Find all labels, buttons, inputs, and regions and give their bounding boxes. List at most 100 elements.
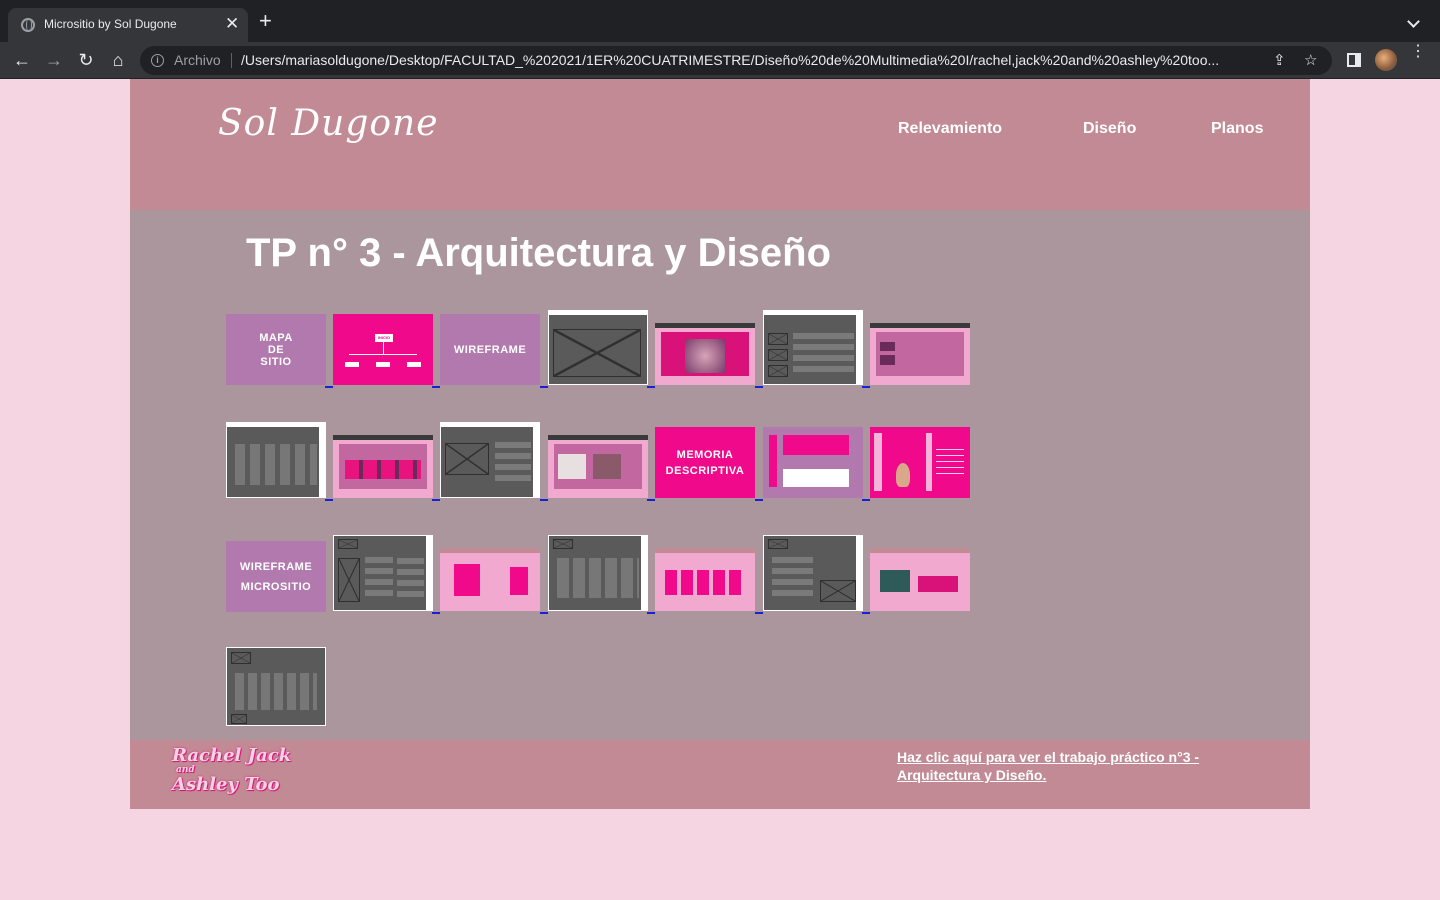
site-header: Sol Dugone Relevamiento Diseño Planos <box>130 79 1310 210</box>
photo <box>593 453 621 480</box>
wire-topbar <box>441 423 539 427</box>
site-logo[interactable]: Sol Dugone <box>218 103 439 144</box>
forward-arrow-icon[interactable]: → <box>42 48 66 72</box>
photo-strip <box>918 576 958 593</box>
sitemap-node <box>376 362 390 367</box>
gallery-section: TP n° 3 - Arquitectura y Diseño MAPA DE … <box>130 210 1310 740</box>
card-label-line: MEMORIA <box>676 448 734 461</box>
wire-scrollbar <box>319 423 325 497</box>
card-label-line: SITIO <box>260 355 292 368</box>
gallery-thumb-sitemap[interactable]: INICIO <box>333 314 433 385</box>
shot-bar <box>870 548 970 553</box>
link-underline <box>647 499 655 501</box>
side-panel-icon[interactable] <box>1347 53 1361 67</box>
nav-diseno[interactable]: Diseño <box>1083 120 1136 138</box>
browser-tab[interactable]: Micrositio by Sol Dugone ✕ <box>8 8 248 42</box>
image-placeholder <box>768 333 788 345</box>
image-placeholder <box>338 558 360 602</box>
link-underline <box>647 612 655 614</box>
browser-toolbar: ← → ↻ ⌂ i Archivo /Users/mariasoldugone/… <box>0 42 1440 79</box>
logo-placeholder <box>231 714 247 724</box>
photo <box>880 341 895 351</box>
gallery-thumb-wireframe[interactable]: WIREFRAME <box>440 314 540 385</box>
new-tab-button[interactable]: + <box>259 10 272 32</box>
sitemap-line <box>349 354 417 355</box>
card-row <box>665 570 745 596</box>
microsite: Sol Dugone Relevamiento Diseño Planos TP… <box>130 79 1310 809</box>
gallery-thumb-memoria-descriptiva[interactable]: MEMORIA DESCRIPTIVA <box>655 427 755 498</box>
file-scheme-label: Archivo <box>174 52 221 68</box>
gallery-thumb-palette[interactable] <box>763 427 863 498</box>
tab-title: Micrositio by Sol Dugone <box>44 17 177 31</box>
image-placeholder <box>553 329 641 377</box>
link-underline <box>862 499 870 501</box>
address-bar[interactable]: i Archivo /Users/mariasoldugone/Desktop/… <box>140 46 1332 75</box>
sitemap-root: INICIO <box>375 334 393 342</box>
card-label-line: DE <box>267 343 285 356</box>
link-underline <box>755 612 763 614</box>
back-arrow-icon[interactable]: ← <box>10 48 34 72</box>
gallery-thumb-home-design[interactable] <box>655 323 755 385</box>
wire-scrollbar <box>856 536 862 610</box>
gallery-thumb-list-design[interactable] <box>870 323 970 385</box>
kebab-menu-icon[interactable]: ⋮ <box>1410 44 1426 60</box>
nav-planos[interactable]: Planos <box>1211 120 1263 138</box>
gallery-thumb-detail-design[interactable] <box>548 435 648 498</box>
sitemap-node <box>345 362 359 367</box>
wire-topbar <box>549 311 647 315</box>
profile-avatar[interactable] <box>1375 49 1397 71</box>
shot-bar <box>440 548 540 553</box>
card-label-line: MICROSITIO <box>240 580 312 593</box>
link-underline <box>647 386 655 388</box>
shot-bar <box>548 435 648 440</box>
home-icon[interactable]: ⌂ <box>106 48 130 72</box>
gallery-thumb-wireframe-detail[interactable] <box>440 422 540 498</box>
gallery-thumb-wireframe-micrositio[interactable]: WIREFRAME MICROSITIO <box>226 541 326 612</box>
swatch-strip <box>769 435 777 487</box>
gallery-thumb-wireframe-micro-home[interactable] <box>333 535 433 611</box>
text-rows <box>771 556 813 598</box>
hero-portrait <box>685 338 725 373</box>
info-icon[interactable]: i <box>151 54 164 67</box>
logo-line: Rachel Jack <box>172 745 292 766</box>
gallery-thumb-wireframe-home[interactable] <box>548 310 648 385</box>
text-rows <box>396 558 425 599</box>
link-underline <box>432 386 440 388</box>
gallery-thumb-micro-detail-design[interactable] <box>870 548 970 611</box>
link-underline <box>862 612 870 614</box>
card-grid <box>234 443 318 486</box>
close-tab-icon[interactable]: ✕ <box>225 15 239 33</box>
gallery-thumb-wireframe-grid[interactable] <box>226 422 326 498</box>
bookmark-star-icon[interactable]: ☆ <box>1304 51 1317 69</box>
gallery-thumb-wireframe-micro-detail[interactable] <box>763 535 863 611</box>
wire-scrollbar <box>856 311 862 384</box>
gallery-thumb-micro-grid-design[interactable] <box>655 548 755 611</box>
gallery-thumb-wireframe-list[interactable] <box>763 310 863 385</box>
gallery-thumb-wireframe-micro-grid[interactable] <box>548 535 648 611</box>
wire-scrollbar <box>426 536 432 610</box>
photo <box>880 355 895 365</box>
link-underline <box>540 386 548 388</box>
nav-relevamiento[interactable]: Relevamiento <box>898 120 1002 138</box>
tab-search-chevron-icon[interactable] <box>1407 15 1420 28</box>
logo-line: Ashley Too <box>172 774 280 795</box>
tp3-link[interactable]: Haz clic aquí para ver el trabajo prácti… <box>897 748 1257 784</box>
gallery-thumb-mapa-de-sitio[interactable]: MAPA DE SITIO <box>226 314 326 385</box>
url-text[interactable]: /Users/mariasoldugone/Desktop/FACULTAD_%… <box>241 52 1261 68</box>
share-icon[interactable]: ⇪ <box>1273 51 1286 69</box>
sitemap-node <box>407 362 421 367</box>
link-underline <box>862 386 870 388</box>
link-underline <box>432 612 440 614</box>
card-grid <box>234 672 318 710</box>
gallery-thumb-micro-home-design[interactable] <box>440 548 540 611</box>
gallery-thumb-wireframe-micro-gallery[interactable] <box>226 647 326 726</box>
image-placeholder <box>820 580 856 602</box>
text-rows <box>365 556 393 598</box>
gallery-thumb-grid-design[interactable] <box>333 435 433 498</box>
gallery-thumb-typography[interactable] <box>870 427 970 498</box>
shot-bar <box>655 548 755 553</box>
rachel-jack-ashley-too-logo[interactable]: Rachel Jack and Ashley Too <box>172 745 292 798</box>
reload-icon[interactable]: ↻ <box>74 48 98 72</box>
link-underline <box>325 499 333 501</box>
link-underline <box>432 499 440 501</box>
